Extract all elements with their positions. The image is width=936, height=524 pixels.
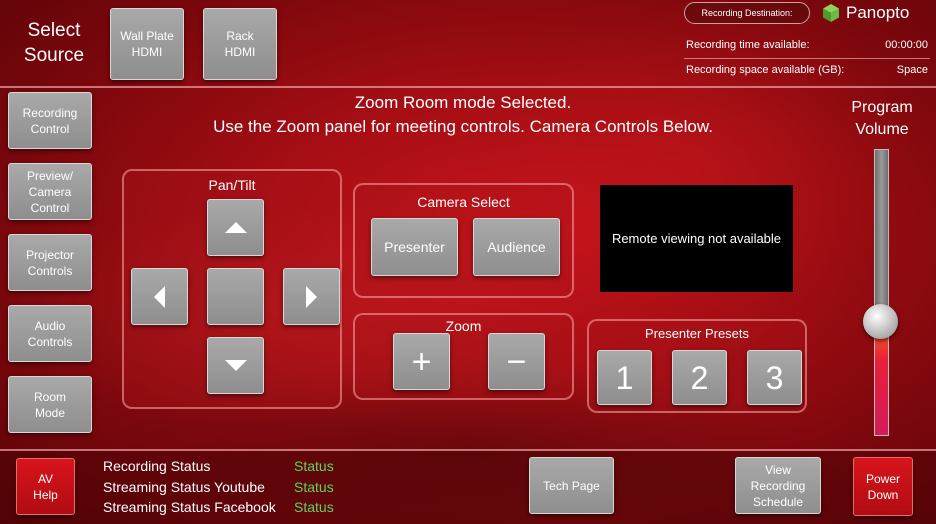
remote-preview-window: Remote viewing not available [600,185,793,292]
tilt-down-button[interactable] [207,337,264,394]
youtube-status-value: Status [294,479,334,495]
zoom-in-button[interactable]: + [393,333,450,390]
recording-divider [684,58,930,59]
pan-right-button[interactable] [283,268,340,325]
sidebar-item-audio-controls[interactable]: Audio Controls [8,305,92,362]
youtube-status-label: Streaming Status Youtube [103,479,265,495]
remote-preview-text: Remote viewing not available [611,231,782,246]
presenter-presets-title: Presenter Presets [644,326,750,341]
volume-slider-knob[interactable] [863,304,898,339]
recording-time-value: 00:00:00 [885,39,928,51]
power-down-button[interactable]: Power Down [853,457,913,516]
recording-destination-field[interactable]: Recording Destination: [684,2,810,24]
camera-presenter-button[interactable]: Presenter [371,218,458,276]
zoom-out-button[interactable]: − [488,333,545,390]
arrow-up-icon [224,222,247,233]
av-help-button[interactable]: AV Help [16,458,75,515]
arrow-right-icon [306,285,317,308]
recording-status-value: Status [294,458,334,474]
camera-select-title: Camera Select [417,194,510,210]
top-divider [0,86,936,88]
recording-space-value: Space [896,64,928,76]
panopto-cube-icon [823,4,839,22]
select-source-title: Select Source [23,20,85,66]
minus-icon: − [506,342,527,381]
recording-status-label: Recording Status [103,458,211,474]
tech-page-button[interactable]: Tech Page [529,457,614,514]
pan-tilt-title: Pan/Tilt [208,177,256,193]
source-wall-plate-hdmi-button[interactable]: Wall Plate HDMI [110,8,184,80]
sidebar-item-projector-controls[interactable]: Projector Controls [8,234,92,291]
zoom-room-message: Zoom Room mode Selected. Use the Zoom pa… [100,91,826,139]
tilt-up-button[interactable] [207,199,264,256]
camera-audience-button[interactable]: Audience [473,218,560,276]
volume-slider-track[interactable] [874,149,889,436]
pan-tilt-home-button[interactable] [207,268,264,325]
facebook-status-value: Status [294,499,334,515]
recording-time-label: Recording time available: [686,39,810,51]
source-rack-hdmi-button[interactable]: Rack HDMI [203,8,277,80]
plus-icon: + [411,342,432,381]
arrow-left-icon [154,285,165,308]
preset-1-button[interactable]: 1 [597,350,652,405]
program-volume-label: Program Volume [851,99,913,138]
sidebar-item-preview-camera-control[interactable]: Preview/ Camera Control [8,163,92,220]
preset-3-button[interactable]: 3 [747,350,802,405]
panopto-logo: Panopto [822,3,909,23]
preset-2-button[interactable]: 2 [672,350,727,405]
sidebar-item-room-mode[interactable]: Room Mode [8,376,92,433]
recording-space-label: Recording space available (GB): [686,64,845,76]
arrow-down-icon [224,360,247,371]
sidebar-item-recording-control[interactable]: Recording Control [8,92,92,149]
zoom-title: Zoom [445,318,482,334]
facebook-status-label: Streaming Status Facebook [103,499,276,515]
view-recording-schedule-button[interactable]: View Recording Schedule [735,457,821,514]
pan-left-button[interactable] [131,268,188,325]
message-line-1: Zoom Room mode Selected. [354,93,572,112]
message-line-2: Use the Zoom panel for meeting controls.… [213,117,713,136]
